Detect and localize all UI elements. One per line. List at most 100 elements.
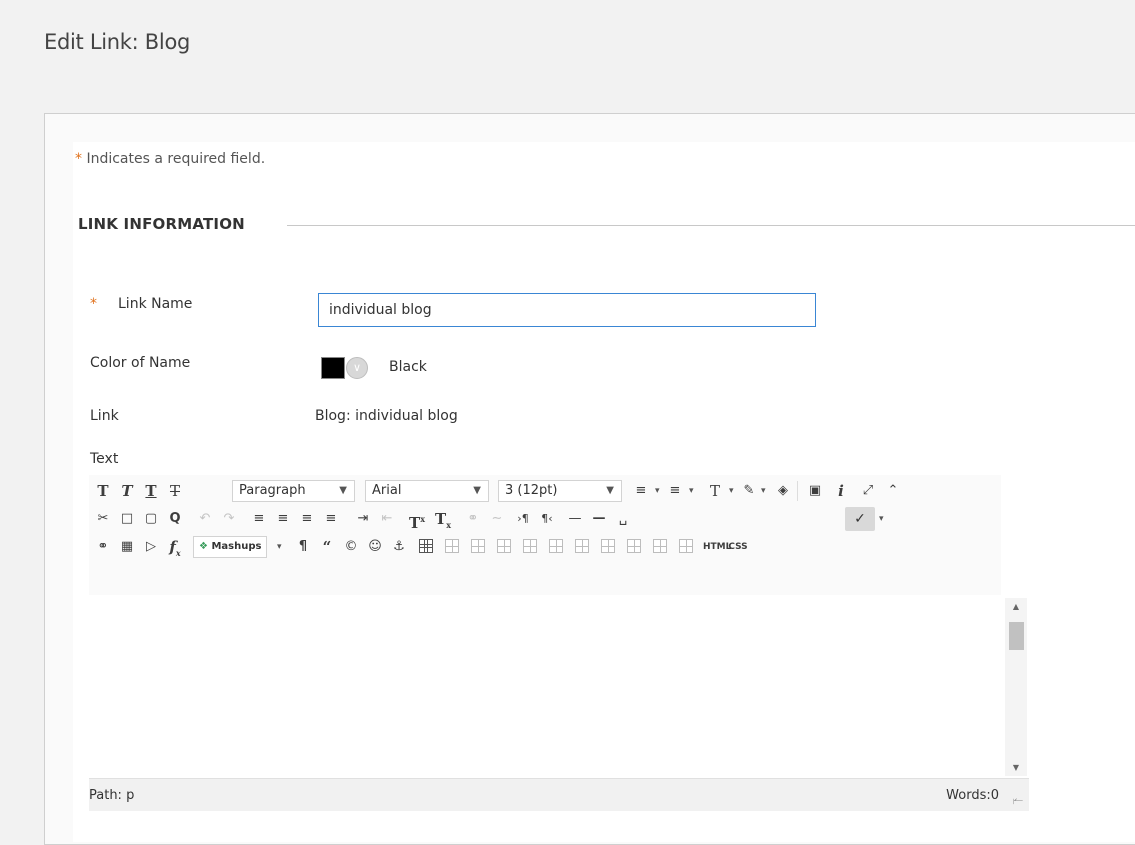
font-family-value: Arial: [372, 483, 402, 498]
thick-rule-icon[interactable]: —: [587, 507, 611, 531]
unlink-icon[interactable]: ∼: [485, 507, 509, 531]
paragraph-mark-icon[interactable]: ¶: [291, 535, 315, 559]
link-name-input[interactable]: [318, 293, 816, 327]
split-cells-icon[interactable]: [653, 539, 667, 553]
text-color-dropdown-icon[interactable]: ▾: [729, 479, 734, 503]
text-label: Text: [90, 451, 119, 467]
table-row-properties-icon[interactable]: [445, 539, 459, 553]
bullet-list-dropdown-icon[interactable]: ▾: [655, 479, 660, 503]
mashups-dropdown-icon[interactable]: ▾: [277, 535, 282, 559]
copy-icon[interactable]: □: [115, 507, 139, 531]
spellcheck-dropdown-icon[interactable]: ▾: [879, 507, 884, 531]
horizontal-rule-icon[interactable]: —: [563, 507, 587, 531]
find-icon[interactable]: Q: [163, 507, 187, 531]
scroll-down-icon[interactable]: ▼: [1005, 763, 1027, 772]
delete-row-icon[interactable]: [549, 539, 563, 553]
highlight-icon[interactable]: ✎: [737, 479, 761, 503]
editor-toolbar: T T T T Paragraph ▼ Arial ▼ 3 (12pt) ▼ ≡ ▾ …: [89, 475, 1001, 595]
strikethrough-icon[interactable]: T: [163, 479, 187, 503]
ltr-icon[interactable]: ›¶: [511, 507, 535, 531]
copyright-icon[interactable]: ©: [339, 535, 363, 559]
fullscreen-icon[interactable]: ⤢: [856, 479, 880, 503]
cut-icon[interactable]: ✂: [91, 507, 115, 531]
css-button[interactable]: CSS: [727, 535, 749, 559]
element-path: Path: p: [89, 788, 135, 803]
superscript-icon[interactable]: Tx: [405, 507, 429, 532]
mashups-button[interactable]: ❖ Mashups: [193, 536, 268, 558]
paragraph-format-select[interactable]: Paragraph ▼: [232, 480, 355, 502]
color-name-value: Black: [389, 359, 427, 375]
numbered-list-icon[interactable]: ≡: [663, 479, 687, 503]
align-left-icon[interactable]: ≡: [247, 507, 271, 531]
italic-icon[interactable]: T: [115, 479, 139, 503]
text-color-icon[interactable]: T: [703, 479, 727, 503]
font-size-select[interactable]: 3 (12pt) ▼: [498, 480, 622, 502]
color-picker[interactable]: ∨: [319, 352, 381, 382]
toolbar-row-3: ⚭ ▦ ▷ fx ❖ Mashups ▾ ¶ “ © ☺ ⚓ HTML CSS: [89, 533, 1001, 561]
required-note: * Indicates a required field.: [75, 151, 265, 167]
html-source-button[interactable]: HTML: [703, 535, 731, 559]
font-size-value: 3 (12pt): [505, 483, 558, 498]
rtl-icon[interactable]: ¶‹: [535, 507, 559, 531]
attach-icon[interactable]: ⚭: [91, 535, 115, 559]
toolbar-row-2: ✂ □ ▢ Q ↶ ↷ ≡ ≡ ≡ ≡ ⇥ ⇤ Tx Tx ⚭ ∼ ›¶ ¶‹ …: [89, 505, 1001, 533]
paragraph-format-value: Paragraph: [239, 483, 306, 498]
indent-icon[interactable]: ⇥: [351, 507, 375, 531]
font-family-select[interactable]: Arial ▼: [365, 480, 489, 502]
chevron-down-icon[interactable]: ∨: [346, 357, 368, 379]
table-cell-properties-icon[interactable]: [471, 539, 485, 553]
insert-row-after-icon[interactable]: [523, 539, 537, 553]
delete-column-icon[interactable]: [627, 539, 641, 553]
scroll-up-icon[interactable]: ▲: [1005, 602, 1027, 611]
preview-icon[interactable]: ▣: [803, 479, 827, 503]
spellcheck-icon[interactable]: ✓: [845, 507, 875, 531]
link-name-required-star: *: [90, 296, 97, 312]
redo-icon[interactable]: ↷: [217, 507, 241, 531]
word-count: Words:0: [946, 788, 999, 803]
required-note-text: Indicates a required field.: [86, 151, 266, 167]
link-value: Blog: individual blog: [315, 408, 458, 424]
anchor-icon[interactable]: ⚓: [387, 535, 411, 559]
scrollbar-thumb[interactable]: [1009, 622, 1024, 650]
image-icon[interactable]: ▦: [115, 535, 139, 559]
subscript-icon[interactable]: Tx: [431, 507, 455, 531]
info-icon[interactable]: i: [829, 479, 853, 503]
page-title: Edit Link: Blog: [44, 30, 191, 54]
bold-icon[interactable]: T: [91, 479, 115, 503]
outdent-icon[interactable]: ⇤: [375, 507, 399, 531]
numbered-list-dropdown-icon[interactable]: ▾: [689, 479, 694, 503]
collapse-icon[interactable]: ⌃: [881, 479, 905, 503]
highlight-dropdown-icon[interactable]: ▾: [761, 479, 766, 503]
merge-cells-icon[interactable]: [679, 539, 693, 553]
undo-icon[interactable]: ↶: [193, 507, 217, 531]
editor-statusbar: Path: p Words:0 ⥒: [89, 778, 1029, 811]
mashups-icon: ❖: [199, 541, 208, 552]
insert-table-icon[interactable]: [419, 539, 433, 553]
resize-handle-icon[interactable]: ⥒: [1012, 793, 1023, 808]
color-of-name-label: Color of Name: [90, 355, 191, 371]
editor-scrollbar[interactable]: ▲ ▼: [1005, 598, 1027, 776]
insert-row-before-icon[interactable]: [497, 539, 511, 553]
paste-icon[interactable]: ▢: [139, 507, 163, 531]
math-icon[interactable]: fx: [163, 535, 187, 559]
align-right-icon[interactable]: ≡: [295, 507, 319, 531]
bullet-list-icon[interactable]: ≡: [629, 479, 653, 503]
editor-content-area[interactable]: [89, 595, 1029, 778]
mashups-label: Mashups: [211, 541, 262, 552]
underline-icon[interactable]: T: [139, 479, 163, 503]
chevron-down-icon: ▼: [473, 485, 481, 496]
emoticon-icon[interactable]: ☺: [363, 535, 387, 559]
nonbreaking-space-icon[interactable]: ␣: [611, 507, 635, 531]
eraser-icon[interactable]: ◈: [771, 479, 795, 503]
link-name-label: Link Name: [118, 296, 193, 312]
media-icon[interactable]: ▷: [139, 535, 163, 559]
link-label: Link: [90, 408, 119, 424]
align-justify-icon[interactable]: ≡: [319, 507, 343, 531]
color-swatch[interactable]: [321, 357, 345, 379]
section-divider: [287, 225, 1135, 226]
insert-column-before-icon[interactable]: [575, 539, 589, 553]
align-center-icon[interactable]: ≡: [271, 507, 295, 531]
link-icon[interactable]: ⚭: [461, 507, 485, 531]
insert-column-after-icon[interactable]: [601, 539, 615, 553]
blockquote-icon[interactable]: “: [315, 535, 339, 559]
